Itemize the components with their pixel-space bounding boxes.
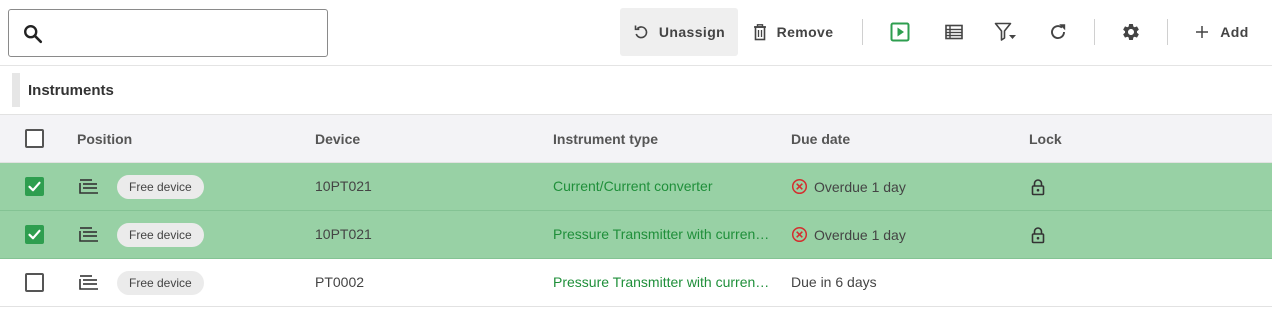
section-title: Instruments <box>28 82 114 99</box>
device-cell: 10PT021 <box>315 226 372 242</box>
column-header-instrument-type[interactable]: Instrument type <box>553 131 658 147</box>
due-date-cell: Due in 6 days <box>791 274 877 290</box>
row-checkbox[interactable] <box>25 225 44 244</box>
settings-button[interactable] <box>1111 8 1151 56</box>
remove-label: Remove <box>776 24 834 40</box>
play-icon <box>890 22 910 42</box>
column-header-due-date[interactable]: Due date <box>791 131 850 147</box>
list-view-button[interactable] <box>934 8 974 56</box>
search-input[interactable] <box>53 16 319 50</box>
toolbar-divider <box>862 19 863 45</box>
table-row[interactable]: Free device 10PT021 Current/Current conv… <box>0 163 1272 211</box>
unassign-button[interactable]: Unassign <box>620 8 738 56</box>
run-button[interactable] <box>880 8 920 56</box>
row-checkbox[interactable] <box>25 273 44 292</box>
plus-icon <box>1196 26 1209 38</box>
overdue-icon <box>791 226 808 243</box>
due-date-text: Due in 6 days <box>791 274 877 290</box>
row-checkbox[interactable] <box>25 177 44 196</box>
filter-button[interactable] <box>986 8 1026 56</box>
position-list-icon[interactable] <box>78 178 100 196</box>
due-date-cell: Overdue 1 day <box>791 226 906 243</box>
unassign-label: Unassign <box>658 24 726 40</box>
free-device-chip: Free device <box>117 271 204 295</box>
free-device-chip: Free device <box>117 175 204 199</box>
free-device-chip: Free device <box>117 223 204 247</box>
toolbar: Unassign Remove Add <box>0 0 1272 66</box>
position-list-icon[interactable] <box>78 226 100 244</box>
search-box[interactable] <box>8 9 328 57</box>
instrument-type-link[interactable]: Pressure Transmitter with current output <box>553 274 773 290</box>
trash-icon <box>753 23 766 40</box>
position-list-icon[interactable] <box>78 274 100 292</box>
refresh-button[interactable] <box>1038 8 1078 56</box>
due-date-text: Overdue 1 day <box>814 226 906 243</box>
table-header: Position Device Instrument type Due date… <box>0 114 1272 163</box>
overdue-icon <box>791 178 808 195</box>
section-accent-bar <box>12 73 20 107</box>
toolbar-divider <box>1094 19 1095 45</box>
table-row[interactable]: Free device PT0002 Pressure Transmitter … <box>0 259 1272 307</box>
refresh-icon <box>1051 24 1066 40</box>
toolbar-divider <box>1167 19 1168 45</box>
lock-icon <box>1031 227 1045 244</box>
device-cell: PT0002 <box>315 274 365 290</box>
device-cell: 10PT021 <box>315 178 372 194</box>
filter-icon <box>994 22 1016 41</box>
select-all-checkbox[interactable] <box>25 129 44 148</box>
add-label: Add <box>1220 24 1249 40</box>
undo-icon <box>634 25 648 39</box>
column-header-device[interactable]: Device <box>315 131 360 147</box>
column-header-position[interactable]: Position <box>77 131 132 147</box>
instrument-type-link[interactable]: Pressure Transmitter with current output <box>553 226 773 242</box>
gear-icon <box>1123 23 1139 40</box>
instrument-type-link[interactable]: Current/Current converter <box>553 178 773 194</box>
remove-button[interactable]: Remove <box>744 8 842 56</box>
due-date-text: Overdue 1 day <box>814 178 906 195</box>
table-row[interactable]: Free device 10PT021 Pressure Transmitter… <box>0 211 1272 259</box>
lock-icon <box>1031 179 1045 196</box>
instruments-section: Instruments <box>0 66 1272 114</box>
list-view-icon <box>945 24 963 40</box>
column-header-lock[interactable]: Lock <box>1029 131 1062 147</box>
search-icon <box>24 25 43 44</box>
due-date-cell: Overdue 1 day <box>791 178 906 195</box>
add-button[interactable]: Add <box>1182 8 1262 56</box>
